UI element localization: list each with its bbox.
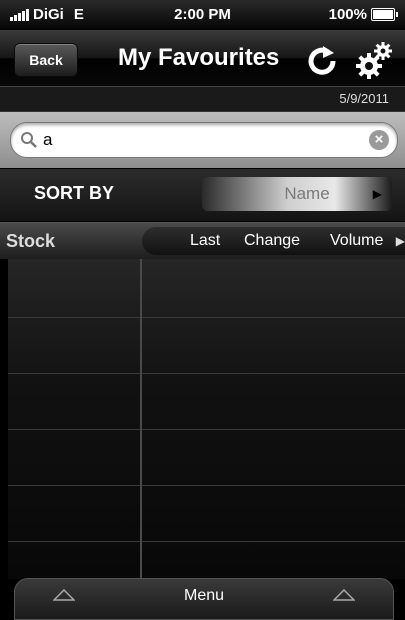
table-header: Stock Last Change Volume ▶: [0, 222, 405, 259]
chevron-up-icon[interactable]: [333, 589, 355, 601]
column-header-volume[interactable]: Volume: [330, 232, 383, 250]
column-divider: [140, 259, 142, 579]
date-bar: 5/9/2011: [0, 87, 405, 112]
column-header-stock[interactable]: Stock: [6, 231, 55, 252]
table-row-divider: [8, 485, 405, 486]
sort-value: Name: [284, 184, 330, 203]
gear-icon[interactable]: [355, 40, 395, 80]
search-input[interactable]: [43, 128, 363, 152]
table-row-divider: [8, 317, 405, 318]
last-updated-date: 5/9/2011: [339, 91, 389, 106]
column-header-change[interactable]: Change: [244, 232, 300, 250]
search-bar: ×: [0, 112, 405, 168]
navigation-bar: Back My Favourites: [0, 30, 405, 87]
scroll-right-icon[interactable]: ▶: [396, 234, 405, 248]
table-row-divider: [8, 373, 405, 374]
clear-icon[interactable]: ×: [369, 130, 389, 150]
table-row-divider: [8, 429, 405, 430]
sort-label: SORT BY: [34, 183, 115, 203]
status-bar: DiGi E 2:00 PM 100%: [0, 0, 405, 30]
search-field[interactable]: ×: [10, 122, 398, 158]
sort-select[interactable]: Name ▶: [202, 177, 392, 211]
page-title: My Favourites: [118, 44, 280, 71]
battery-percent: 100%: [328, 6, 367, 23]
sort-bar: SORT BY Name ▶: [0, 169, 405, 221]
search-icon: [21, 132, 37, 148]
menu-bar[interactable]: Menu: [14, 578, 394, 620]
back-button[interactable]: Back: [14, 43, 78, 77]
table-row-divider: [8, 541, 405, 542]
column-header-last[interactable]: Last: [190, 232, 220, 250]
stock-table: [8, 259, 405, 579]
arrow-right-icon: ▶: [372, 187, 382, 201]
battery-icon: [371, 8, 398, 21]
refresh-icon[interactable]: [306, 44, 338, 76]
